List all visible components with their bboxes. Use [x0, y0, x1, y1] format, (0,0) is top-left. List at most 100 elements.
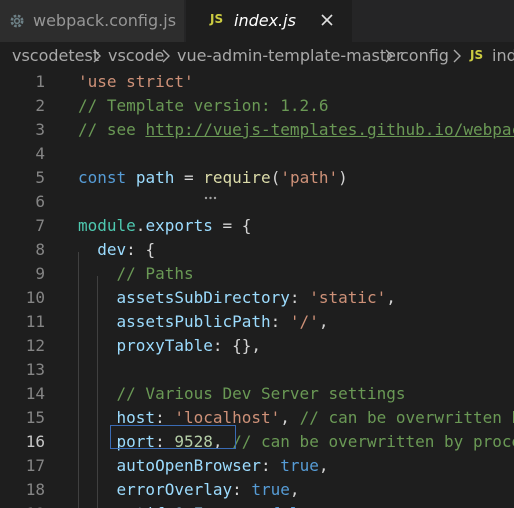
- code-token: ,: [289, 480, 300, 499]
- tab-label: index.js: [234, 11, 296, 30]
- code-text: // Template version: 1.2.6: [78, 94, 328, 118]
- chevron-right-icon: [453, 49, 461, 63]
- gear-icon: [10, 14, 24, 28]
- code-token: ): [338, 168, 348, 187]
- line-number: 15: [25, 408, 45, 427]
- code-token: ,: [318, 312, 329, 331]
- code-token: const: [78, 168, 127, 187]
- code-text: notifyOnErrors: false,: [78, 502, 329, 508]
- code-text: errorOverlay: true,: [78, 478, 300, 502]
- code-hint-dots[interactable]: [204, 196, 220, 200]
- code-token: true: [251, 480, 290, 499]
- code-text: 'use strict': [78, 70, 194, 94]
- code-token: ,: [318, 456, 329, 475]
- code-token: 'use strict': [78, 72, 194, 91]
- code-line[interactable]: 14 // Various Dev Server settings: [0, 382, 514, 406]
- code-line[interactable]: 3 // see http://vuejs-templates.github.io…: [0, 118, 514, 142]
- code-token: exports: [145, 216, 213, 235]
- chevron-right-icon: [93, 49, 101, 63]
- code-line[interactable]: 19 notifyOnErrors: false,: [0, 502, 514, 508]
- chevron-right-icon: [162, 49, 170, 63]
- editor-tab-bar: webpack.config.js JS index.js: [0, 0, 514, 42]
- code-line[interactable]: 10 assetsSubDirectory: 'static',: [0, 286, 514, 310]
- code-token: :: [251, 504, 270, 508]
- code-token: assetsPublicPath: [116, 312, 271, 331]
- code-text: dev: {: [78, 238, 155, 262]
- code-token: assetsSubDirectory: [116, 288, 290, 307]
- line-number: 19: [0, 502, 45, 508]
- code-line[interactable]: 17 autoOpenBrowser: true,: [0, 454, 514, 478]
- code-text: assetsSubDirectory: 'static',: [78, 286, 396, 310]
- code-text: port: 9528, // can be overwritten by pro…: [78, 430, 514, 454]
- code-token: 'localhost': [174, 408, 281, 427]
- code-token: dev: [97, 240, 127, 259]
- code-line[interactable]: 4: [0, 142, 514, 166]
- breadcrumb-item-file[interactable]: index.js: [492, 46, 514, 65]
- code-token: notifyOnErrors: [117, 504, 252, 508]
- line-number: 14: [25, 384, 45, 403]
- code-text: autoOpenBrowser: true,: [78, 454, 329, 478]
- line-number: 13: [25, 360, 45, 379]
- code-text: module.exports = {: [78, 214, 251, 238]
- code-token[interactable]: http://vuejs-templates.github.io/webpack: [145, 120, 514, 139]
- code-token: true: [280, 456, 319, 475]
- line-number: 7: [35, 216, 45, 235]
- code-token: proxyTable: [116, 336, 213, 355]
- code-line[interactable]: 15 host: 'localhost', // can be overwrit…: [0, 406, 514, 430]
- line-number: 1: [35, 72, 45, 91]
- breadcrumb-item-vscode[interactable]: vscode: [108, 46, 164, 65]
- breadcrumb-item-project[interactable]: vue-admin-template-master: [177, 46, 403, 65]
- code-line[interactable]: 1 'use strict': [0, 70, 514, 94]
- code-editor[interactable]: 1 'use strict' 2 // Template version: 1.2.6…: [0, 70, 514, 508]
- code-token: // see: [78, 120, 146, 139]
- tab-label: webpack.config.js: [33, 11, 177, 30]
- chevron-right-icon: [385, 49, 393, 63]
- code-token: 'static': [309, 288, 387, 307]
- code-token: ,: [212, 432, 233, 451]
- code-token: host: [116, 408, 156, 427]
- code-line[interactable]: 5 const path = require('path'): [0, 166, 514, 190]
- code-line[interactable]: 7 module.exports = {: [0, 214, 514, 238]
- tab-webpack-config[interactable]: webpack.config.js: [0, 0, 185, 42]
- code-token: path: [135, 168, 175, 187]
- code-line[interactable]: 9 // Paths: [0, 262, 514, 286]
- code-token: : {: [126, 240, 156, 259]
- js-file-icon: JS: [210, 12, 224, 26]
- code-line[interactable]: 12 proxyTable: {},: [0, 334, 514, 358]
- js-file-icon: JS: [470, 48, 484, 62]
- tab-index-js[interactable]: JS index.js: [186, 0, 352, 42]
- code-line[interactable]: 8 dev: {: [0, 238, 514, 262]
- code-token: :: [232, 480, 252, 499]
- code-line[interactable]: 16 port: 9528, // can be overwritten by …: [0, 430, 514, 454]
- code-token: port: [116, 432, 156, 451]
- code-token: .: [135, 216, 146, 235]
- breadcrumb-item-vscodetest[interactable]: vscodetest: [12, 46, 99, 65]
- code-token: // can be overwritten by process.env.HOS…: [299, 408, 514, 427]
- code-line[interactable]: 6: [0, 190, 514, 214]
- breadcrumb-item-config[interactable]: config: [400, 46, 449, 65]
- breadcrumb: vscodetest vscode vue-admin-template-mas…: [0, 42, 514, 70]
- code-line[interactable]: 13: [0, 358, 514, 382]
- code-token: :: [289, 288, 310, 307]
- code-token: module: [78, 216, 136, 235]
- code-line[interactable]: 11 assetsPublicPath: '/',: [0, 310, 514, 334]
- line-number: 2: [35, 96, 45, 115]
- close-icon[interactable]: [316, 9, 338, 31]
- code-token: // Various Dev Server settings: [116, 384, 406, 403]
- code-token: '/': [289, 312, 319, 331]
- line-number: 3: [35, 120, 45, 139]
- code-line[interactable]: 2 // Template version: 1.2.6: [0, 94, 514, 118]
- code-token: autoOpenBrowser: [116, 456, 262, 475]
- code-line[interactable]: 18 errorOverlay: true,: [0, 478, 514, 502]
- line-number: 17: [25, 456, 45, 475]
- code-token: (: [270, 168, 281, 187]
